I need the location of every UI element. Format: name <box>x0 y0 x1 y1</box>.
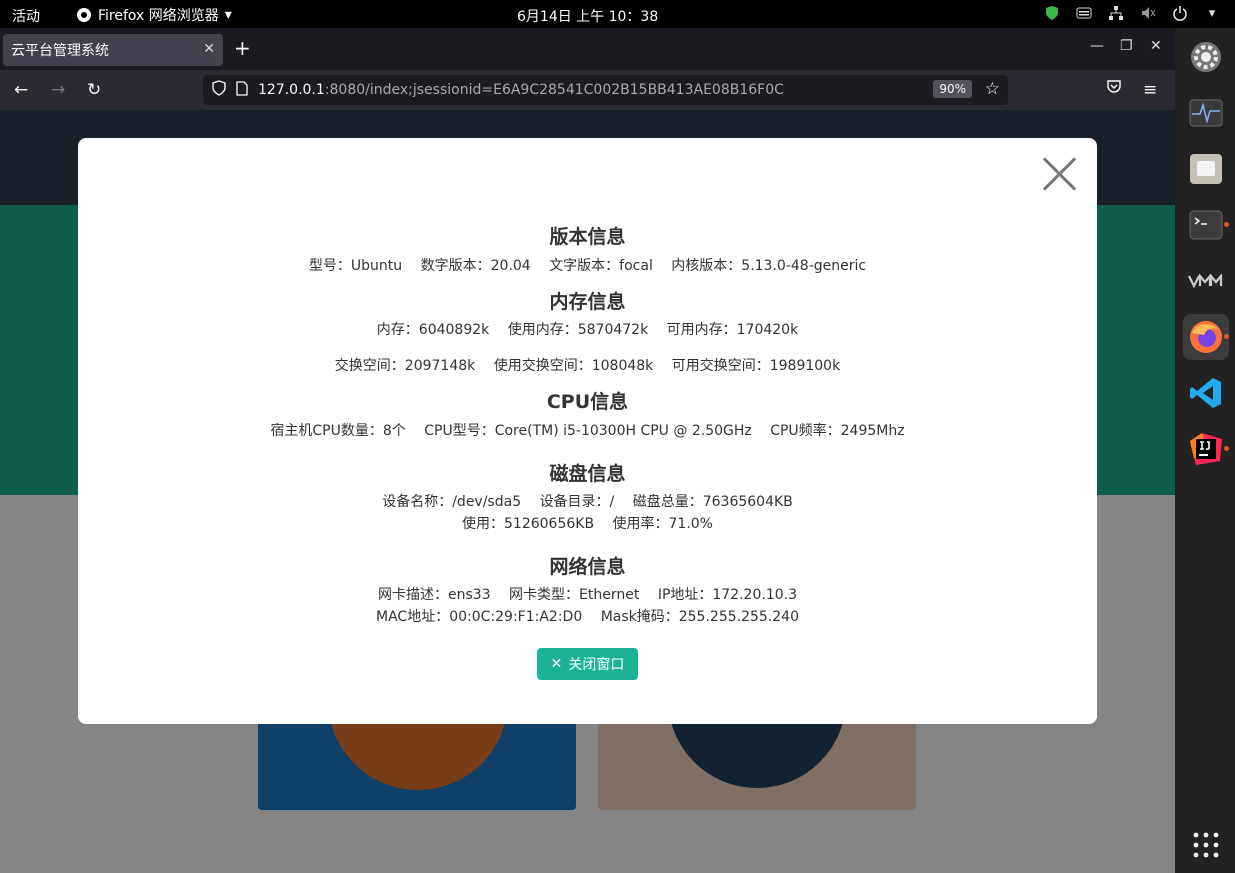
system-monitor-icon <box>1189 99 1223 127</box>
nic-type: 网卡类型：Ethernet <box>509 587 640 603</box>
disk-device: 设备名称：/dev/sda5 <box>382 494 522 510</box>
close-icon: ✕ <box>550 656 563 672</box>
tab-strip: 云平台管理系统 ✕ + — ❐ ✕ <box>0 28 1175 70</box>
chevron-down-icon[interactable]: ▾ <box>1203 4 1221 22</box>
version-codename: 文字版本：focal <box>549 258 653 274</box>
dock-vmware[interactable] <box>1183 258 1229 304</box>
bookmark-star-icon[interactable]: ☆ <box>985 79 1000 99</box>
url-host: 127.0.0.1 <box>258 82 325 98</box>
shield-icon[interactable] <box>1043 4 1061 22</box>
running-indicator <box>1224 446 1229 451</box>
disk-usage-rate: 使用率：71.0% <box>612 516 713 532</box>
dock-vscode[interactable] <box>1183 370 1229 416</box>
hamburger-menu-icon[interactable]: ≡ <box>1143 80 1157 100</box>
ubuntu-dock <box>1175 28 1235 873</box>
memory-title: 内存信息 <box>549 291 626 313</box>
dock-system-monitor[interactable] <box>1183 90 1229 136</box>
system-info-modal: 版本信息 型号：Ubuntu 数字版本：20.04 文字版本：focal 内核版… <box>78 138 1097 724</box>
close-window-label: 关闭窗口 <box>568 657 625 673</box>
network-icon[interactable] <box>1107 4 1125 22</box>
intellij-icon <box>1190 433 1222 465</box>
forward-icon[interactable]: → <box>51 80 65 100</box>
vmware-icon <box>1188 274 1223 288</box>
system-tray: ▾ <box>1043 4 1221 22</box>
disk-total: 磁盘总量：76365604KB <box>632 494 793 510</box>
pocket-icon[interactable] <box>1106 80 1122 99</box>
swap-free: 可用交换空间：1989100k <box>671 358 841 374</box>
volume-muted-icon[interactable] <box>1139 4 1157 22</box>
new-tab-button[interactable]: + <box>234 36 251 60</box>
disk-line-1: 设备名称：/dev/sda5 设备目录：/ 磁盘总量：76365604KB <box>78 491 1097 511</box>
version-line: 型号：Ubuntu 数字版本：20.04 文字版本：focal 内核版本：5.1… <box>78 255 1097 275</box>
disk-used: 使用：51260656KB <box>462 516 595 532</box>
dock-terminal[interactable] <box>1183 202 1229 248</box>
page-icon[interactable] <box>236 80 248 100</box>
close-window-icon[interactable]: ✕ <box>1150 38 1162 54</box>
dock-files[interactable] <box>1183 146 1229 192</box>
running-indicator <box>1224 222 1229 227</box>
close-icon[interactable] <box>1039 154 1079 194</box>
reload-icon[interactable]: ↻ <box>87 80 101 100</box>
netmask: Mask掩码：255.255.255.240 <box>600 609 799 625</box>
firefox-icon <box>77 8 91 22</box>
zoom-level-badge[interactable]: 90% <box>933 80 972 98</box>
app-grid-icon <box>1193 832 1219 858</box>
cpu-title: CPU信息 <box>546 391 629 413</box>
disk-line-2: 使用：51260656KB 使用率：71.0% <box>78 513 1097 533</box>
chevron-down-icon: ▾ <box>224 7 232 23</box>
nav-bar: ← → ↻ 127.0.0.1:8080/index;jsessionid=E6… <box>0 70 1175 110</box>
disk-title: 磁盘信息 <box>549 463 626 485</box>
url-path: :8080/index;jsessionid=E6A9C28541C002B15… <box>324 82 784 98</box>
terminal-icon <box>1189 210 1223 240</box>
tab-cloud-platform[interactable]: 云平台管理系统 ✕ <box>3 34 223 66</box>
cpu-frequency: CPU频率：2495Mhz <box>770 423 905 439</box>
close-icon[interactable]: ✕ <box>203 41 215 57</box>
version-number: 数字版本：20.04 <box>420 258 531 274</box>
dock-intellij[interactable] <box>1183 426 1229 472</box>
version-title: 版本信息 <box>549 226 626 248</box>
ip-address: IP地址：172.20.10.3 <box>657 587 797 603</box>
cpu-line: 宿主机CPU数量：8个 CPU型号：Core(TM) i5-10300H CPU… <box>78 420 1097 440</box>
cpu-count: 宿主机CPU数量：8个 <box>270 423 406 439</box>
version-model: 型号：Ubuntu <box>308 258 403 274</box>
vscode-icon <box>1190 378 1221 408</box>
firefox-icon <box>1190 321 1222 353</box>
minimize-icon[interactable]: — <box>1090 38 1104 54</box>
gear-icon <box>1191 42 1221 72</box>
mac-address: MAC地址：00:0C:29:F1:A2:D0 <box>376 609 583 625</box>
dock-firefox[interactable] <box>1183 314 1229 360</box>
dock-settings[interactable] <box>1183 34 1229 80</box>
running-indicator <box>1224 334 1229 339</box>
tracking-protection-icon[interactable] <box>212 80 226 100</box>
system-top-bar: 活动 Firefox 网络浏览器 ▾ 6月14日 上午 10：38 ▾ <box>0 0 1235 28</box>
dock-show-applications[interactable] <box>1183 822 1229 868</box>
keyboard-icon[interactable] <box>1075 4 1093 22</box>
back-icon[interactable]: ← <box>14 80 28 100</box>
clock[interactable]: 6月14日 上午 10：38 <box>517 6 658 26</box>
app-menu[interactable]: Firefox 网络浏览器 ▾ <box>76 5 232 25</box>
nic-description: 网卡描述：ens33 <box>377 587 491 603</box>
disk-mount: 设备目录：/ <box>539 494 615 510</box>
close-window-button[interactable]: ✕ 关闭窗口 <box>537 648 638 680</box>
network-line-1: 网卡描述：ens33 网卡类型：Ethernet IP地址：172.20.10.… <box>78 584 1097 604</box>
network-line-2: MAC地址：00:0C:29:F1:A2:D0 Mask掩码：255.255.2… <box>78 606 1097 626</box>
swap-used: 使用交换空间：108048k <box>493 358 654 374</box>
memory-total: 内存：6040892k <box>376 322 490 338</box>
folder-icon <box>1190 154 1222 184</box>
memory-free: 可用内存：170420k <box>666 322 799 338</box>
memory-line-1: 内存：6040892k 使用内存：5870472k 可用内存：170420k <box>78 319 1097 339</box>
cpu-model: CPU型号：Core(TM) i5-10300H CPU @ 2.50GHz <box>424 423 752 439</box>
memory-used: 使用内存：5870472k <box>507 322 649 338</box>
url-bar[interactable]: 127.0.0.1:8080/index;jsessionid=E6A9C285… <box>203 75 1008 105</box>
tab-title: 云平台管理系统 <box>11 43 109 59</box>
activities-button[interactable]: 活动 <box>12 6 40 26</box>
network-title: 网络信息 <box>549 556 626 578</box>
app-menu-label: Firefox 网络浏览器 <box>98 8 219 24</box>
memory-line-2: 交换空间：2097148k 使用交换空间：108048k 可用交换空间：1989… <box>78 355 1097 375</box>
power-icon[interactable] <box>1171 4 1189 22</box>
swap-total: 交换空间：2097148k <box>334 358 476 374</box>
kernel-version: 内核版本：5.13.0-48-generic <box>671 258 867 274</box>
restore-icon[interactable]: ❐ <box>1120 38 1133 54</box>
